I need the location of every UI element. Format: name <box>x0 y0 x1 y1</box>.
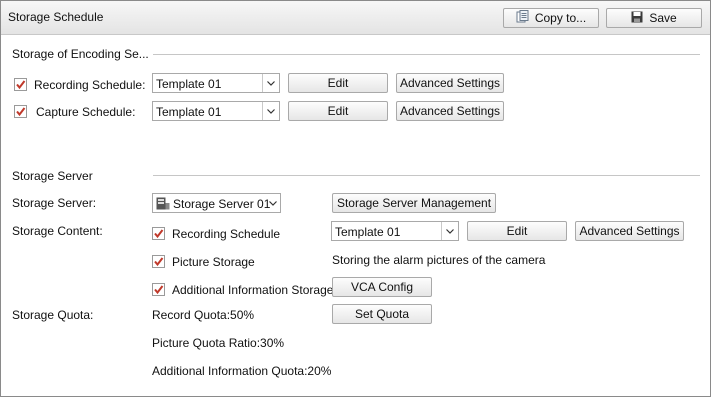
capture-schedule-checkbox[interactable] <box>14 105 27 118</box>
server-recording-schedule-label: Recording Schedule <box>172 227 281 241</box>
capture-template-select[interactable]: Template 01 <box>152 101 280 121</box>
title-bar: Storage Schedule Copy to... Save <box>1 1 710 35</box>
set-quota-button[interactable]: Set Quota <box>332 304 432 324</box>
server-recording-template-select[interactable]: Template 01 <box>331 221 459 241</box>
recording-template-select[interactable]: Template 01 <box>152 73 280 93</box>
encoding-section-divider <box>153 54 700 55</box>
server-section-divider <box>153 175 700 176</box>
storage-content-label: Storage Content: <box>12 224 103 238</box>
recording-advanced-settings-button[interactable]: Advanced Settings <box>396 73 504 93</box>
server-recording-schedule-checkbox[interactable] <box>152 227 165 240</box>
recording-schedule-label: Recording Schedule: <box>34 78 146 92</box>
storage-schedule-window: Storage Schedule Copy to... Save Storage… <box>0 0 711 397</box>
capture-template-value: Template 01 <box>156 105 222 119</box>
chevron-down-icon <box>262 102 279 120</box>
encoding-section-title: Storage of Encoding Se... <box>12 47 149 61</box>
capture-schedule-label: Capture Schedule: <box>36 105 136 119</box>
picture-storage-checkbox[interactable] <box>152 255 165 268</box>
chevron-down-icon <box>441 222 458 240</box>
picture-storage-label: Picture Storage <box>172 255 255 269</box>
additional-info-storage-checkbox[interactable] <box>152 283 165 296</box>
save-label: Save <box>649 11 677 25</box>
copy-icon <box>516 9 529 27</box>
copy-to-label: Copy to... <box>534 11 587 25</box>
record-quota-text: Record Quota:50% <box>152 308 255 322</box>
picture-quota-text: Picture Quota Ratio:30% <box>152 336 285 350</box>
storage-server-management-button[interactable]: Storage Server Management <box>332 193 496 213</box>
server-icon <box>156 197 170 213</box>
recording-edit-button[interactable]: Edit <box>288 73 388 93</box>
server-recording-edit-button[interactable]: Edit <box>467 221 567 241</box>
chevron-down-icon <box>266 194 280 212</box>
recording-schedule-checkbox[interactable] <box>14 78 27 91</box>
copy-to-button[interactable]: Copy to... <box>503 8 599 28</box>
capture-edit-button[interactable]: Edit <box>288 101 388 121</box>
save-icon <box>631 11 643 26</box>
additional-quota-text: Additional Information Quota:20% <box>152 364 332 378</box>
server-recording-advanced-settings-button[interactable]: Advanced Settings <box>575 221 684 241</box>
chevron-down-icon <box>262 74 279 92</box>
storage-server-select[interactable]: Storage Server 01 <box>152 193 281 213</box>
window-title: Storage Schedule <box>8 10 104 24</box>
storage-quota-label: Storage Quota: <box>12 308 94 322</box>
storage-server-label: Storage Server: <box>12 196 97 210</box>
server-section-title: Storage Server <box>12 169 93 183</box>
vca-config-button[interactable]: VCA Config <box>332 277 432 297</box>
storage-server-value: Storage Server 01 <box>173 197 271 211</box>
server-recording-template-value: Template 01 <box>335 225 401 239</box>
capture-advanced-settings-button[interactable]: Advanced Settings <box>396 101 504 121</box>
additional-info-storage-label: Additional Information Storage <box>172 283 334 297</box>
recording-template-value: Template 01 <box>156 77 222 91</box>
picture-storage-note: Storing the alarm pictures of the camera <box>332 253 546 267</box>
save-button[interactable]: Save <box>606 8 702 28</box>
